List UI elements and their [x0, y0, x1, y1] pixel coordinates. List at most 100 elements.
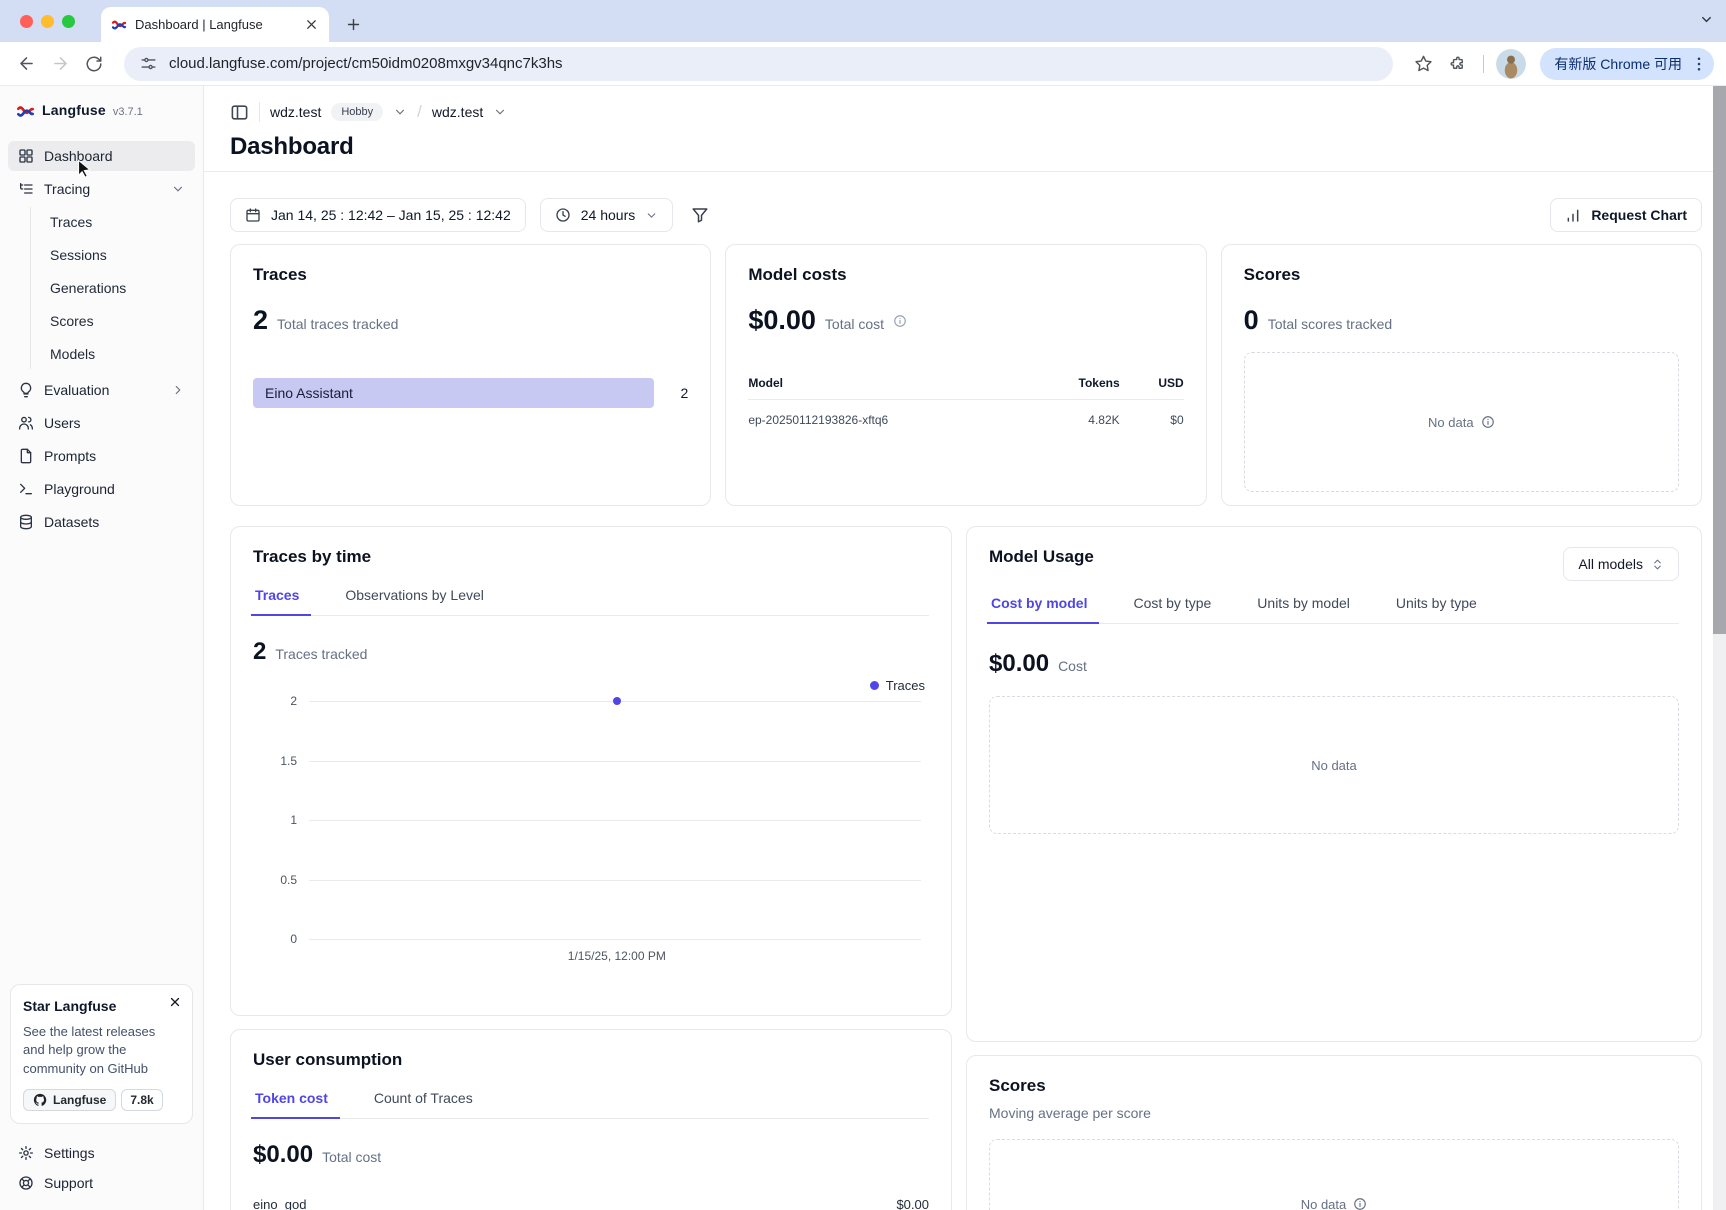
date-range-button[interactable]: Jan 14, 25 : 12:42 – Jan 15, 25 : 12:42 [230, 198, 526, 232]
tab-count-of-traces[interactable]: Count of Traces [372, 1090, 475, 1118]
model-costs-label: Total cost [825, 316, 884, 332]
chevron-down-icon [645, 209, 658, 222]
sidebar-item-support[interactable]: Support [8, 1168, 195, 1198]
sidebar-item-dashboard[interactable]: Dashboard [8, 141, 195, 171]
site-info-icon[interactable] [140, 55, 157, 72]
sidebar-item-traces[interactable]: Traces [31, 207, 195, 237]
sidebar-item-playground[interactable]: Playground [8, 474, 195, 504]
tab-search-caret-icon[interactable] [1699, 12, 1714, 27]
tab-units-by-model[interactable]: Units by model [1255, 595, 1352, 623]
y-tick-label: 0.5 [253, 873, 297, 887]
info-icon[interactable] [1353, 1197, 1367, 1210]
chevron-down-icon[interactable] [393, 105, 407, 119]
langfuse-favicon-icon [111, 17, 127, 33]
chrome-update-chip[interactable]: 有新版 Chrome 可用 [1540, 48, 1714, 80]
close-icon[interactable] [168, 995, 182, 1009]
database-icon [18, 514, 34, 530]
breadcrumb-project[interactable]: wdz.test [432, 104, 483, 120]
back-button[interactable] [12, 50, 40, 78]
sidebar-item-users[interactable]: Users [8, 408, 195, 438]
no-data-placeholder: No data [989, 696, 1679, 834]
bar-chart-icon [1565, 207, 1581, 223]
traces-card: Traces 2 Total traces tracked Eino Assis… [230, 244, 711, 506]
traces-bar-row: Eino Assistant 2 [253, 378, 688, 408]
info-icon[interactable] [1481, 415, 1495, 429]
sidebar-item-scores[interactable]: Scores [31, 306, 195, 336]
chevron-down-icon[interactable] [493, 105, 507, 119]
model-usage-label: Cost [1058, 658, 1087, 674]
stats-card-row: Traces 2 Total traces tracked Eino Assis… [230, 244, 1702, 506]
user-cost: $0.00 [896, 1197, 929, 1210]
breadcrumb-org[interactable]: wdz.test [270, 104, 321, 120]
tracing-subnav: Traces Sessions Generations Scores Model… [30, 207, 195, 369]
extensions-puzzle-icon[interactable] [1443, 50, 1471, 78]
page-scrollbar [1713, 86, 1726, 1210]
card-title: Scores [1244, 265, 1679, 285]
browser-menu-kebab-icon[interactable] [1690, 55, 1708, 73]
card-title: User consumption [253, 1050, 929, 1070]
sidebar-item-label: Prompts [44, 448, 96, 464]
browser-window: Dashboard | Langfuse cloud.langfuse.com/… [0, 0, 1726, 1210]
github-star-count[interactable]: 7.8k [121, 1089, 162, 1111]
tab-token-cost[interactable]: Token cost [253, 1090, 330, 1118]
tab-cost-by-model[interactable]: Cost by model [989, 595, 1089, 623]
list-item: eino_god $0.00 [253, 1191, 929, 1210]
github-icon [33, 1093, 47, 1107]
sidebar-item-datasets[interactable]: Datasets [8, 507, 195, 537]
sidebar-item-prompts[interactable]: Prompts [8, 441, 195, 471]
grid-icon [18, 148, 34, 164]
clock-icon [555, 207, 571, 223]
sidebar-item-tracing[interactable]: Tracing [8, 174, 195, 204]
info-icon[interactable] [893, 314, 907, 328]
minimize-window-button[interactable] [41, 15, 54, 28]
traces-by-time-card: Traces by time Traces Observations by Le… [230, 526, 952, 1016]
sidebar-item-generations[interactable]: Generations [31, 273, 195, 303]
sidebar-item-evaluation[interactable]: Evaluation [8, 375, 195, 405]
tab-observations-by-level[interactable]: Observations by Level [343, 587, 486, 615]
filter-funnel-icon[interactable] [687, 202, 713, 228]
sidebar-item-models[interactable]: Models [31, 339, 195, 369]
chevron-down-icon [171, 182, 185, 196]
tab-close-icon[interactable] [304, 17, 319, 32]
url-bar[interactable]: cloud.langfuse.com/project/cm50idm0208mx… [124, 47, 1393, 81]
sidebar-item-settings[interactable]: Settings [8, 1138, 195, 1168]
trace-name-bar: Eino Assistant [253, 378, 654, 408]
calendar-icon [245, 207, 261, 223]
toolbar-divider [1483, 55, 1484, 73]
tab-units-by-type[interactable]: Units by type [1394, 595, 1479, 623]
sidebar-toggle-icon[interactable] [230, 103, 249, 122]
sidebar-item-sessions[interactable]: Sessions [31, 240, 195, 270]
model-filter-select[interactable]: All models [1563, 547, 1679, 581]
forward-button[interactable] [46, 50, 74, 78]
model-costs-card: Model costs $0.00 Total cost Model Token… [725, 244, 1206, 506]
sidebar-item-label: Playground [44, 481, 115, 497]
page-title: Dashboard [230, 133, 1702, 161]
file-icon [18, 448, 34, 464]
user-consumption-value: $0.00 [253, 1141, 313, 1169]
breadcrumb: wdz.test Hobby / wdz.test [230, 98, 1702, 126]
profile-avatar[interactable] [1496, 49, 1526, 79]
bookmark-star-icon[interactable] [1409, 50, 1437, 78]
new-tab-button[interactable] [339, 10, 367, 38]
terminal-icon [18, 481, 34, 497]
tab-traces[interactable]: Traces [253, 587, 301, 615]
brand-version: v3.7.1 [113, 106, 143, 118]
url-text: cloud.langfuse.com/project/cm50idm0208mx… [169, 55, 563, 72]
github-repo-button[interactable]: Langfuse [23, 1089, 116, 1111]
github-repo-label: Langfuse [53, 1093, 106, 1107]
browser-tab[interactable]: Dashboard | Langfuse [101, 7, 329, 42]
model-usage-card: Model Usage All models Cost by model Cos… [966, 526, 1702, 1042]
zoom-window-button[interactable] [62, 15, 75, 28]
gridline [309, 880, 921, 881]
interval-select[interactable]: 24 hours [540, 198, 673, 232]
user-consumption-card: User consumption Token cost Count of Tra… [230, 1029, 952, 1210]
scrollbar-thumb[interactable] [1713, 86, 1726, 634]
reload-button[interactable] [80, 50, 108, 78]
tab-cost-by-type[interactable]: Cost by type [1131, 595, 1213, 623]
close-window-button[interactable] [20, 15, 33, 28]
request-chart-button[interactable]: Request Chart [1550, 198, 1702, 232]
scores-card: Scores 0 Total scores tracked No data [1221, 244, 1702, 506]
gridline [309, 761, 921, 762]
traces-tracked-label: Traces tracked [275, 646, 367, 662]
sidebar-item-label: Users [44, 415, 81, 431]
